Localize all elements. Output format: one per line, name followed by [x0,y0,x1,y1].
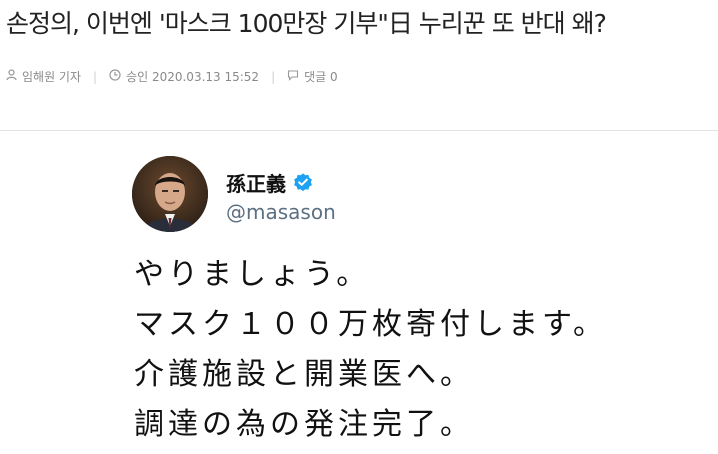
verified-badge-icon [292,172,314,194]
reporter-name: 임해원 기자 [22,70,82,84]
tweet-line: 介護施設と開業医へ。 [134,357,474,392]
reporter-info: 임해원 기자 [6,68,81,85]
tweet-line: 調達の為の発注完了。 [134,407,474,442]
article-meta: 임해원 기자 | 승인 2020.03.13 15:52 | 댓글 0 [6,68,338,85]
tweet-line: やりましょう。 [134,257,371,292]
tweet-text: やりましょう。 マスク１００万枚寄付します。 介護施設と開業医へ。 調達の為の発… [134,250,607,450]
approval-info: 승인 2020.03.13 15:52 [109,68,259,85]
comment-icon [287,69,299,84]
person-icon [6,69,17,84]
article-divider [0,130,718,131]
comment-info[interactable]: 댓글 0 [287,68,338,85]
meta-separator: | [271,69,276,84]
article-headline: 손정의, 이번엔 '마스크 100만장 기부"日 누리꾼 또 반대 왜? [6,9,607,38]
tweet-handle[interactable]: @masason [226,200,336,224]
meta-separator: | [93,69,98,84]
clock-icon [109,69,121,84]
display-name[interactable]: 孫正義 [226,168,286,197]
embedded-tweet: 孫正義 @masason やりましょう。 マスク１００万枚寄付します。 介護施設… [0,140,718,454]
tweet-line: マスク１００万枚寄付します。 [134,307,607,342]
author-name[interactable]: 孫正義 [226,168,314,197]
comment-count[interactable]: 댓글 0 [304,68,338,85]
avatar[interactable] [132,156,208,232]
approval-date: 승인 2020.03.13 15:52 [126,70,260,84]
